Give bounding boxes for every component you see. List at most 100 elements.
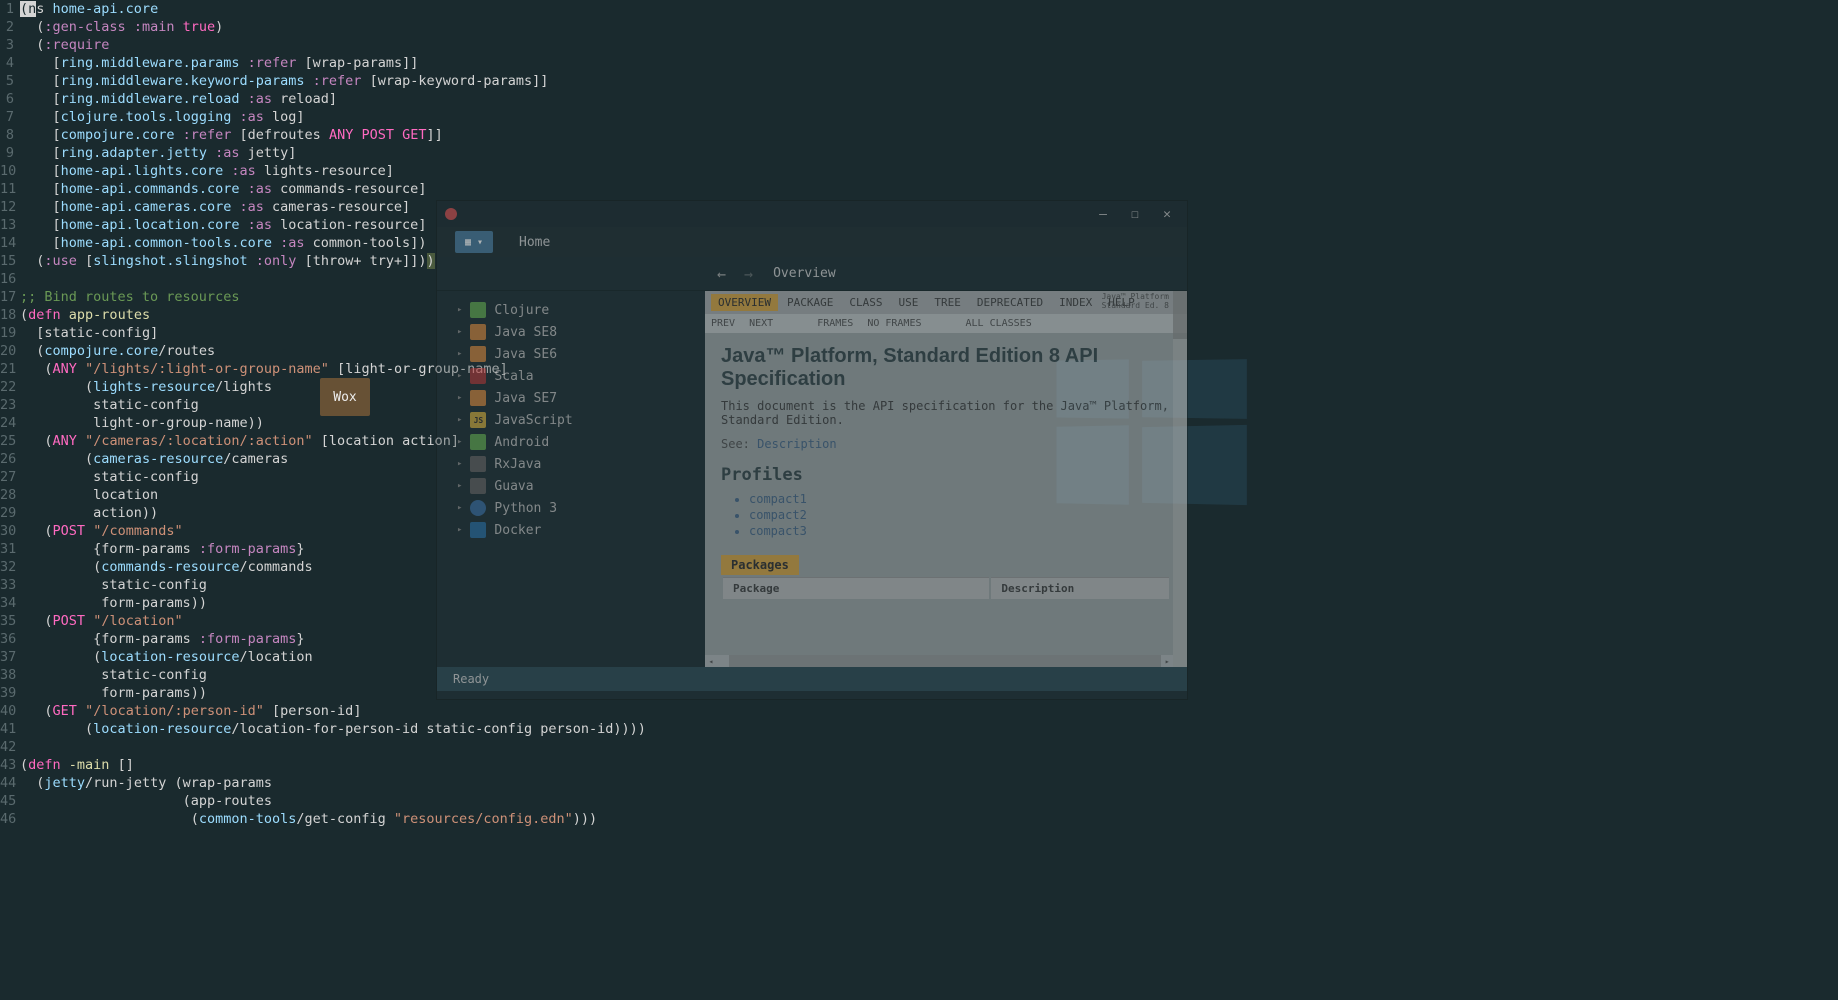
line-number: 28	[0, 486, 20, 504]
profile-link[interactable]: compact1	[749, 491, 1171, 507]
nav-back-button[interactable]: ←	[713, 261, 730, 287]
javadoc-logo: Java™ Platform Standard Ed. 8	[1102, 293, 1169, 311]
docset-item[interactable]: ▸RxJava	[437, 453, 705, 475]
line-number: 36	[0, 630, 20, 648]
line-number: 15	[0, 252, 20, 270]
nav-package[interactable]: PACKAGE	[780, 294, 840, 311]
line-number: 39	[0, 684, 20, 702]
table-header-package: Package	[723, 577, 989, 599]
docset-label: Java SE6	[494, 347, 557, 362]
expand-icon[interactable]: ▸	[457, 503, 462, 513]
docset-item[interactable]: ▸ Clojure	[437, 299, 705, 321]
line-number: 6	[0, 90, 20, 108]
expand-icon[interactable]: ▸	[457, 393, 462, 403]
line-number: 3	[0, 36, 20, 54]
line-number: 34	[0, 594, 20, 612]
zeal-titlebar[interactable]: — ☐ ✕	[437, 201, 1187, 227]
expand-icon[interactable]: ▸	[457, 437, 462, 447]
line-number: 18	[0, 306, 20, 324]
vertical-scrollbar[interactable]	[1173, 291, 1187, 667]
nav-use[interactable]: USE	[891, 294, 925, 311]
wox-launcher-icon[interactable]: Wox	[320, 378, 370, 416]
maximize-button[interactable]: ☐	[1119, 204, 1151, 224]
docset-icon	[470, 302, 486, 318]
code-line[interactable]: (:gen-class :main true)	[20, 18, 1838, 36]
breadcrumb: Overview	[773, 266, 836, 281]
line-number: 27	[0, 468, 20, 486]
close-button[interactable]: ✕	[1151, 204, 1183, 224]
docset-label: Clojure	[494, 303, 549, 318]
code-line[interactable]: [ring.middleware.params :refer [wrap-par…	[20, 54, 1838, 72]
horizontal-scrollbar[interactable]: ◂ ▸	[705, 655, 1173, 667]
docset-item[interactable]: ▸ Scala	[437, 365, 705, 387]
docset-item[interactable]: ▸Java SE7	[437, 387, 705, 409]
line-number: 33	[0, 576, 20, 594]
javadoc-navbar: Java™ Platform Standard Ed. 8 OVERVIEWPA…	[705, 291, 1187, 314]
subnav-prev[interactable]: PREV	[711, 318, 735, 329]
expand-icon[interactable]: ▸	[457, 481, 462, 491]
line-number: 35	[0, 612, 20, 630]
code-line[interactable]: [ring.adapter.jetty :as jetty]	[20, 144, 1838, 162]
subnav-next[interactable]: NEXT	[749, 318, 773, 329]
docset-item[interactable]: ▸Docker	[437, 519, 705, 541]
nav-tree[interactable]: TREE	[927, 294, 968, 311]
code-line[interactable]: (location-resource/location-for-person-i…	[20, 720, 1838, 738]
code-line[interactable]: (jetty/run-jetty (wrap-params	[20, 774, 1838, 792]
tab-home[interactable]: Home	[519, 235, 550, 250]
line-number: 29	[0, 504, 20, 522]
line-number: 22	[0, 378, 20, 396]
docset-icon	[470, 434, 486, 450]
code-line[interactable]: [home-api.lights.core :as lights-resourc…	[20, 162, 1838, 180]
code-line[interactable]: [ring.middleware.keyword-params :refer […	[20, 72, 1838, 90]
subnav-no-frames[interactable]: NO FRAMES	[867, 318, 921, 329]
docset-label: Scala	[494, 369, 533, 384]
line-number: 25	[0, 432, 20, 450]
scrollbar-thumb[interactable]	[1173, 291, 1187, 339]
code-line[interactable]: (ns home-api.core	[20, 0, 1838, 18]
packages-heading: Packages	[721, 555, 799, 575]
description-link[interactable]: Description	[757, 437, 836, 451]
profiles-list: compact1compact2compact3	[721, 491, 1171, 539]
expand-icon[interactable]: ▸	[457, 305, 462, 315]
expand-icon[interactable]: ▸	[457, 459, 462, 469]
docset-item[interactable]: ▸Guava	[437, 475, 705, 497]
docset-item[interactable]: ▸Android	[437, 431, 705, 453]
h-scrollbar-thumb[interactable]	[729, 655, 1161, 667]
docset-item[interactable]: ▸JSJavaScript	[437, 409, 705, 431]
code-line[interactable]: (defn -main []	[20, 756, 1838, 774]
profile-link[interactable]: compact3	[749, 523, 1171, 539]
nav-index[interactable]: INDEX	[1052, 294, 1099, 311]
expand-icon[interactable]: ▸	[457, 371, 462, 381]
profile-link[interactable]: compact2	[749, 507, 1171, 523]
table-header-description: Description	[991, 577, 1169, 599]
code-line[interactable]: (app-routes	[20, 792, 1838, 810]
zeal-window: — ☐ ✕ ▦ ▾ Home ← → Overview ▸Clojure▸Jav…	[436, 200, 1188, 700]
docset-item[interactable]: ▸Java SE8	[437, 321, 705, 343]
nav-overview[interactable]: OVERVIEW	[711, 294, 778, 311]
code-line[interactable]: [ring.middleware.reload :as reload]	[20, 90, 1838, 108]
docset-item[interactable]: ▸ Java SE6	[437, 343, 705, 365]
code-line[interactable]: [compojure.core :refer [defroutes ANY PO…	[20, 126, 1838, 144]
nav-class[interactable]: CLASS	[842, 294, 889, 311]
code-line[interactable]: (common-tools/get-config "resources/conf…	[20, 810, 1838, 828]
expand-icon[interactable]: ▸	[457, 327, 462, 337]
expand-icon[interactable]: ▸	[457, 525, 462, 535]
code-line[interactable]	[20, 738, 1838, 756]
line-number: 21	[0, 360, 20, 378]
expand-icon[interactable]: ▸	[457, 415, 462, 425]
code-line[interactable]: [clojure.tools.logging :as log]	[20, 108, 1838, 126]
expand-icon[interactable]: ▸	[457, 349, 462, 359]
nav-forward-button[interactable]: →	[740, 261, 757, 287]
subnav-frames[interactable]: FRAMES	[817, 318, 853, 329]
docset-icon	[470, 478, 486, 494]
code-line[interactable]: (:require	[20, 36, 1838, 54]
doc-content[interactable]: Java™ Platform Standard Ed. 8 OVERVIEWPA…	[705, 291, 1187, 667]
nav-deprecated[interactable]: DEPRECATED	[970, 294, 1050, 311]
code-line[interactable]: (GET "/location/:person-id" [person-id]	[20, 702, 1838, 720]
code-line[interactable]: [home-api.commands.core :as commands-res…	[20, 180, 1838, 198]
minimize-button[interactable]: —	[1087, 204, 1119, 224]
docset-item[interactable]: ▸Python 3	[437, 497, 705, 519]
docset-sidebar[interactable]: ▸Clojure▸Java SE8▸Java SE6▸Scala▸Java SE…	[437, 291, 705, 667]
language-flag-button[interactable]: ▦ ▾	[455, 231, 493, 253]
subnav-all-classes[interactable]: ALL CLASSES	[966, 318, 1032, 329]
